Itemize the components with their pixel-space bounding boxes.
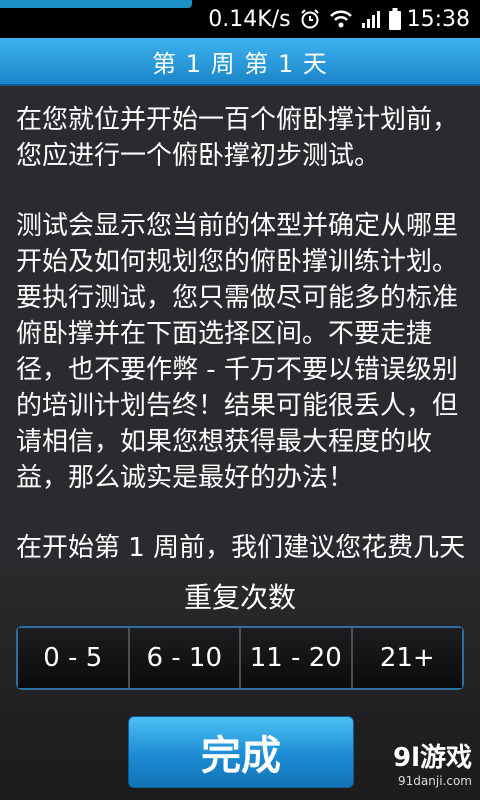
status-bar: 0.14K/s 15:38 xyxy=(0,0,480,38)
instruction-paragraph-1: 在您就位并开始一百个俯卧撑计划前，您应进行一个俯卧撑初步测试。 xyxy=(16,105,459,171)
range-option-6-10[interactable]: 6 - 10 xyxy=(129,628,241,688)
signal-icon xyxy=(361,9,381,29)
watermark-logo: 9l游戏 91danji.com xyxy=(393,737,472,788)
clock: 15:38 xyxy=(406,6,470,32)
network-speed: 0.14K/s xyxy=(208,6,291,32)
range-option-0-5[interactable]: 0 - 5 xyxy=(18,628,130,688)
wifi-icon xyxy=(329,9,353,29)
range-option-21-plus[interactable]: 21+ xyxy=(352,628,462,688)
title-bar: 第 1 周 第 1 天 xyxy=(0,38,480,86)
instruction-paragraph-3: 在开始第 1 周前，我们建议您花费几天从初步测试的实践中恢复。我们会 xyxy=(16,533,466,563)
selection-panel: 重复次数 0 - 5 6 - 10 11 - 20 21+ 完成 9l游戏 91… xyxy=(0,568,480,800)
done-button[interactable]: 完成 xyxy=(128,716,354,788)
watermark-url: 91danji.com xyxy=(398,774,472,788)
instruction-paragraph-2: 测试会显示您当前的体型并确定从哪里开始及如何规划您的俯卧撑训练计划。要执行测试，… xyxy=(16,211,459,493)
battery-icon xyxy=(388,8,401,30)
range-option-11-20[interactable]: 11 - 20 xyxy=(241,628,353,688)
repetitions-range-selector: 0 - 5 6 - 10 11 - 20 21+ xyxy=(16,626,464,690)
page-title: 第 1 周 第 1 天 xyxy=(152,49,328,78)
repetitions-label: 重复次数 xyxy=(183,581,296,614)
watermark-text: 9l游戏 xyxy=(392,743,472,773)
instructions-scroll-area[interactable]: 在您就位并开始一百个俯卧撑计划前，您应进行一个俯卧撑初步测试。 测试会显示您当前… xyxy=(0,86,480,568)
notification-strip xyxy=(0,0,192,8)
alarm-icon xyxy=(299,8,321,30)
